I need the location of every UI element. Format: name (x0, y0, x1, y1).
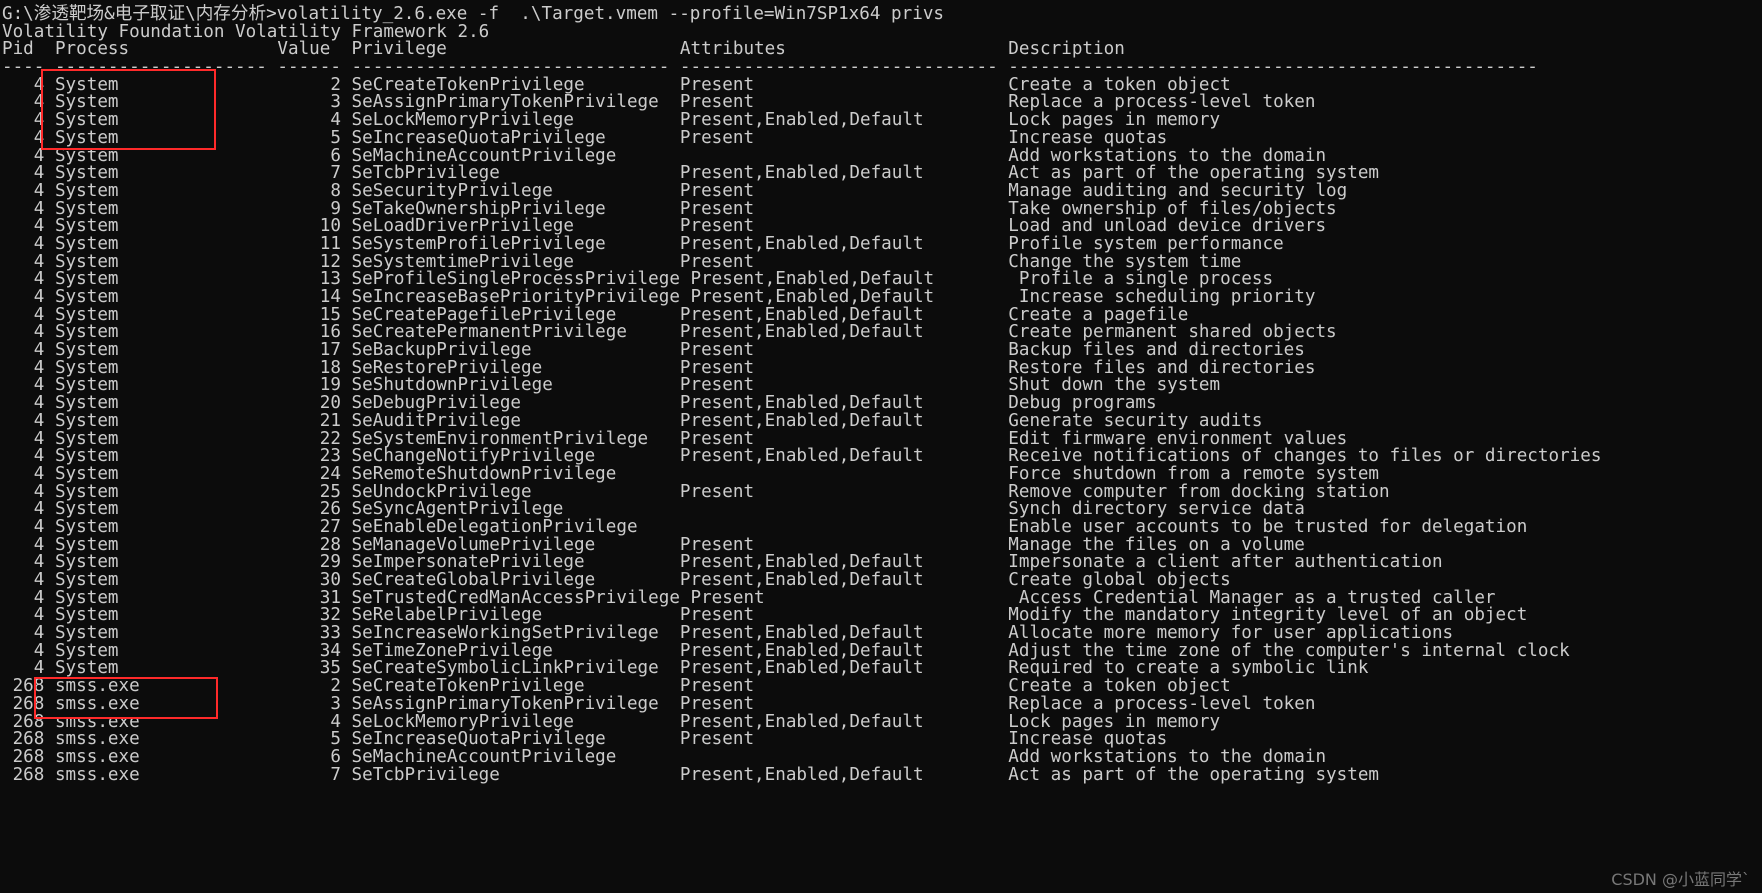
csdn-watermark: CSDN @小蓝同学` (1611, 870, 1750, 890)
table-row: 4 System 8 SeSecurityPrivilege Present M… (2, 180, 1348, 201)
table-row: 4 System 24 SeRemoteShutdownPrivilege Fo… (2, 463, 1380, 484)
table-row: 268 smss.exe 6 SeMachineAccountPrivilege… (2, 746, 1327, 767)
table-row: 4 System 21 SeAuditPrivilege Present,Ena… (2, 410, 1263, 431)
table-row: 268 smss.exe 3 SeAssignPrimaryTokenPrivi… (2, 693, 1316, 714)
privilege-table-body: 4 System 2 SeCreateTokenPrivilege Presen… (0, 76, 1762, 785)
table-row: 4 System 5 SeIncreaseQuotaPrivilege Pres… (2, 127, 1168, 148)
table-row: 4 System 11 SeSystemProfilePrivilege Pre… (2, 233, 1284, 254)
terminal-window[interactable]: G:\渗透靶场&电子取证\内存分析>volatility_2.6.exe -f … (0, 0, 1762, 893)
table-row: 4 System 27 SeEnableDelegationPrivilege … (2, 516, 1528, 537)
table-row: 268 smss.exe 7 SeTcbPrivilege Present,En… (2, 764, 1380, 785)
